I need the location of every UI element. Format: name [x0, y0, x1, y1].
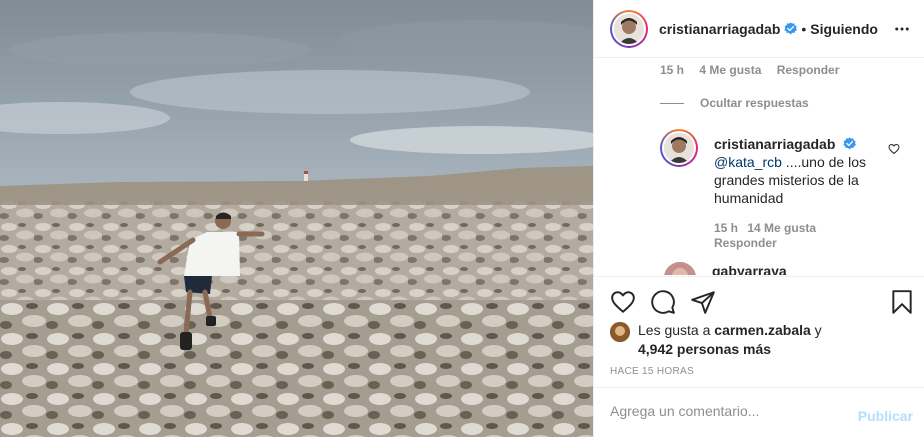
- more-options-icon[interactable]: [893, 20, 911, 38]
- post-timestamp[interactable]: HACE 15 HORAS: [610, 366, 694, 377]
- liker-avatar[interactable]: [610, 322, 630, 342]
- comment-input[interactable]: [610, 403, 840, 419]
- share-paper-plane-icon[interactable]: [690, 289, 716, 315]
- reply-text: cristianarriagadab @kata_rcb ....uno de …: [714, 135, 874, 207]
- comments-list[interactable]: 15 h 4 Me gusta Responder Ocultar respue…: [594, 59, 924, 275]
- reply-reply-button[interactable]: Responder: [714, 236, 777, 250]
- hide-replies-button[interactable]: Ocultar respuestas: [660, 96, 809, 110]
- comment-time: 15 h: [660, 63, 685, 77]
- author-username[interactable]: cristianarriagadab: [659, 21, 780, 37]
- reply-verified-badge-icon: [843, 137, 857, 150]
- comment-reply-button[interactable]: Responder: [777, 63, 840, 77]
- post-side-panel: cristianarriagadab • Siguiendo 15 h 4 Me…: [593, 0, 924, 437]
- verified-badge-icon: [784, 22, 798, 35]
- author-avatar[interactable]: [610, 9, 648, 48]
- likes-text: Les gusta a carmen.zabala y 4,942 person…: [638, 321, 868, 359]
- comment-bubble-icon[interactable]: [650, 289, 676, 315]
- reply-likes-count[interactable]: 14 Me gusta: [747, 221, 816, 235]
- hide-replies-label: Ocultar respuestas: [700, 96, 809, 110]
- comment-likes-count[interactable]: 4 Me gusta: [699, 63, 761, 77]
- hide-replies-line: [660, 102, 684, 104]
- reply-mention-link[interactable]: @kata_rcb: [714, 154, 782, 170]
- follow-status-button[interactable]: Siguiendo: [810, 21, 878, 37]
- like-heart-icon[interactable]: [610, 289, 636, 315]
- post-photo[interactable]: [0, 0, 593, 437]
- likes-count[interactable]: 4,942 personas más: [638, 341, 771, 357]
- liker-username[interactable]: carmen.zabala: [714, 322, 811, 338]
- header-separator: •: [801, 20, 807, 37]
- likes-prefix: Les gusta a: [638, 322, 715, 338]
- previous-comment-meta: 15 h 4 Me gusta Responder: [660, 63, 851, 77]
- post-header: cristianarriagadab • Siguiendo: [594, 0, 924, 58]
- post-actions-bar: [594, 276, 924, 326]
- like-comment-heart-icon[interactable]: [888, 143, 900, 155]
- reply-author-avatar[interactable]: [660, 129, 698, 167]
- publish-button[interactable]: Publicar: [858, 408, 913, 424]
- reply-username[interactable]: cristianarriagadab: [714, 136, 835, 152]
- add-comment-bar: Publicar: [594, 387, 924, 437]
- likes-suffix: y: [810, 322, 822, 338]
- reply-time: 15 h: [714, 221, 739, 235]
- save-bookmark-icon[interactable]: [889, 289, 915, 315]
- reply-meta: 15 h 14 Me gusta Responder: [714, 221, 834, 251]
- next-comment-username[interactable]: gabyarraya: [712, 263, 787, 275]
- post-photo-image: [0, 0, 593, 437]
- next-comment-avatar[interactable]: [664, 262, 696, 275]
